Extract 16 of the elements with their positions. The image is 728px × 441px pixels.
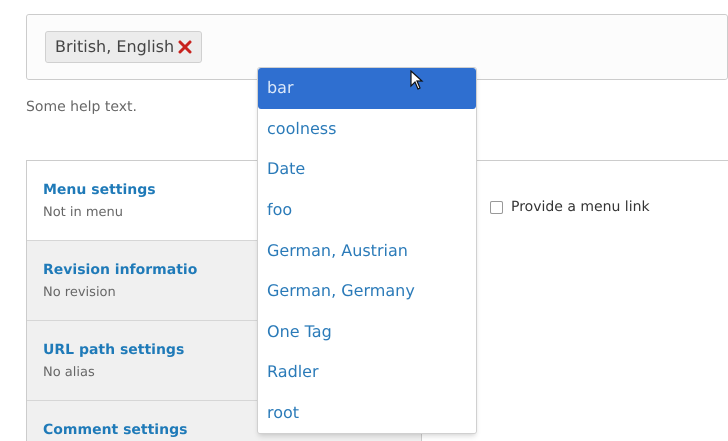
remove-icon[interactable] — [178, 40, 192, 54]
checkbox[interactable] — [490, 201, 503, 214]
tab-summary: No alias — [43, 364, 95, 382]
tab-summary: Not in menu — [43, 204, 124, 222]
tags-input-field[interactable]: British, English — [26, 14, 728, 80]
checkbox-label: Provide a menu link — [511, 198, 650, 217]
tab-title: Menu settings — [43, 181, 156, 200]
tag-label: British, English — [55, 36, 174, 58]
cursor-icon — [410, 70, 424, 90]
autocomplete-option[interactable]: coolness — [258, 108, 476, 150]
tab-title: Revision informatio — [43, 261, 198, 280]
tab-title: URL path settings — [43, 341, 184, 360]
tab-summary: No revision — [43, 284, 116, 302]
help-text: Some help text. — [26, 98, 137, 117]
tab-title: Comment settings — [43, 421, 188, 440]
autocomplete-option[interactable]: bar — [258, 68, 476, 109]
